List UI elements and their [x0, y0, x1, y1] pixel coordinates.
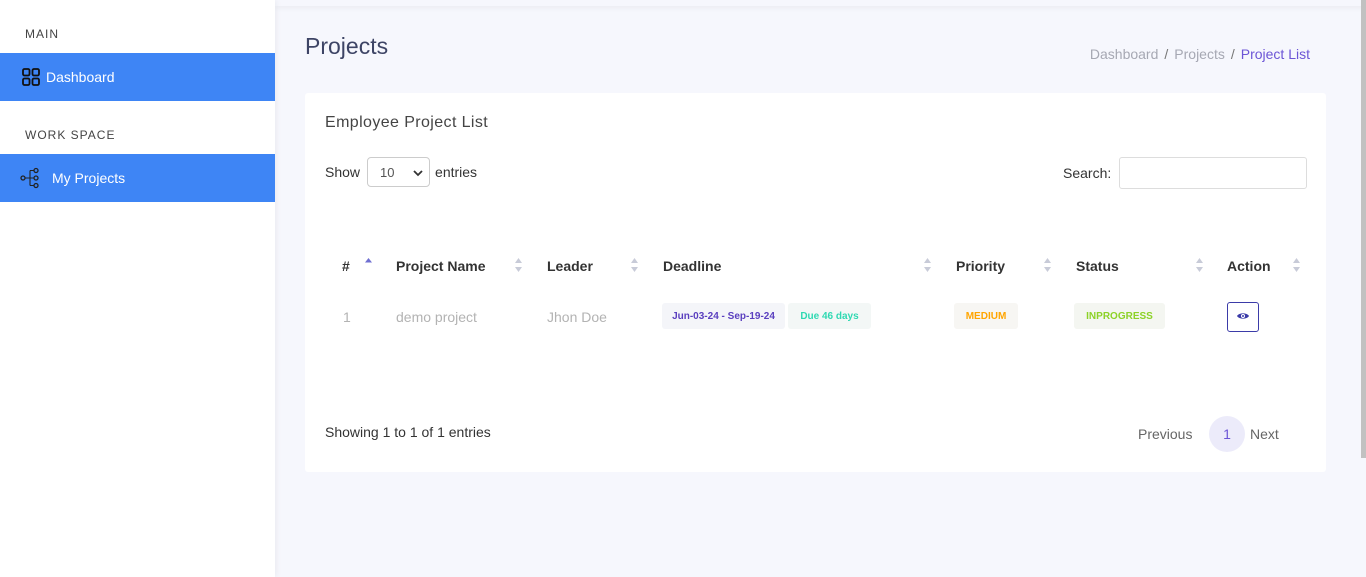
search-input[interactable] [1119, 157, 1308, 189]
top-header-shadow [275, 0, 1366, 6]
due-badge: Due 46 days [788, 303, 871, 329]
table-info: Showing 1 to 1 of 1 entries [325, 424, 491, 440]
status-badge: INPROGRESS [1074, 303, 1165, 329]
sidebar-item-label: Dashboard [46, 69, 115, 85]
sort-icon[interactable] [1292, 257, 1301, 278]
scrollbar[interactable] [1361, 0, 1366, 458]
sidebar-section-workspace: WORK SPACE [25, 128, 116, 142]
sort-icon[interactable] [1195, 257, 1204, 278]
sort-icon[interactable] [1043, 257, 1052, 278]
column-header-project-name[interactable]: Project Name [396, 258, 485, 274]
cell-leader: Jhon Doe [547, 309, 607, 325]
project-tree-icon [20, 167, 42, 189]
entries-select[interactable]: 10 [367, 157, 431, 187]
sort-icon[interactable] [923, 257, 932, 278]
eye-icon [1236, 308, 1250, 326]
sidebar-item-label: My Projects [52, 170, 126, 186]
column-header-number[interactable]: # [342, 258, 350, 274]
sidebar-item-my-projects[interactable]: My Projects [0, 154, 275, 202]
search-label: Search: [1063, 165, 1112, 181]
card-title: Employee Project List [325, 114, 489, 131]
entries-select-value: 10 [380, 164, 395, 180]
pagination-previous[interactable]: Previous [1138, 426, 1192, 442]
column-header-deadline[interactable]: Deadline [663, 258, 721, 274]
column-header-leader[interactable]: Leader [547, 258, 593, 274]
breadcrumb: Dashboard / Projects / Project List [1090, 46, 1310, 62]
pagination-next[interactable]: Next [1250, 426, 1279, 442]
cell-number: 1 [343, 309, 351, 325]
cell-project-name: demo project [396, 309, 477, 325]
sidebar: MAIN Dashboard WORK SPACE My Projects [0, 0, 275, 577]
sidebar-item-dashboard[interactable]: Dashboard [0, 53, 275, 101]
deadline-badge: Jun-03-24 - Sep-19-24 [662, 303, 785, 329]
sort-icon[interactable] [630, 257, 639, 278]
search-control: Search: [1063, 157, 1308, 189]
project-list-card: Employee Project List Show 10 entries Se… [305, 93, 1326, 472]
breadcrumb-projects[interactable]: Projects [1174, 46, 1225, 62]
entries-length-control: Show 10 entries [325, 157, 477, 187]
show-label: Show [325, 164, 361, 180]
chevron-down-icon [413, 165, 423, 180]
sort-icon[interactable] [514, 257, 523, 278]
column-header-priority[interactable]: Priority [956, 258, 1005, 274]
column-header-action[interactable]: Action [1227, 258, 1271, 274]
entries-label: entries [435, 164, 478, 180]
column-header-status[interactable]: Status [1076, 258, 1119, 274]
breadcrumb-separator: / [1230, 46, 1235, 62]
pagination-page-1[interactable]: 1 [1209, 416, 1245, 452]
dashboard-icon [22, 68, 40, 86]
priority-badge: MEDIUM [954, 303, 1018, 329]
sidebar-section-main: MAIN [25, 27, 59, 41]
breadcrumb-dashboard[interactable]: Dashboard [1090, 46, 1159, 62]
breadcrumb-separator: / [1164, 46, 1169, 62]
view-project-button[interactable] [1227, 302, 1259, 332]
sort-ascending-icon[interactable] [364, 257, 373, 276]
breadcrumb-project-list: Project List [1240, 46, 1310, 62]
page-title: Projects [305, 33, 389, 59]
